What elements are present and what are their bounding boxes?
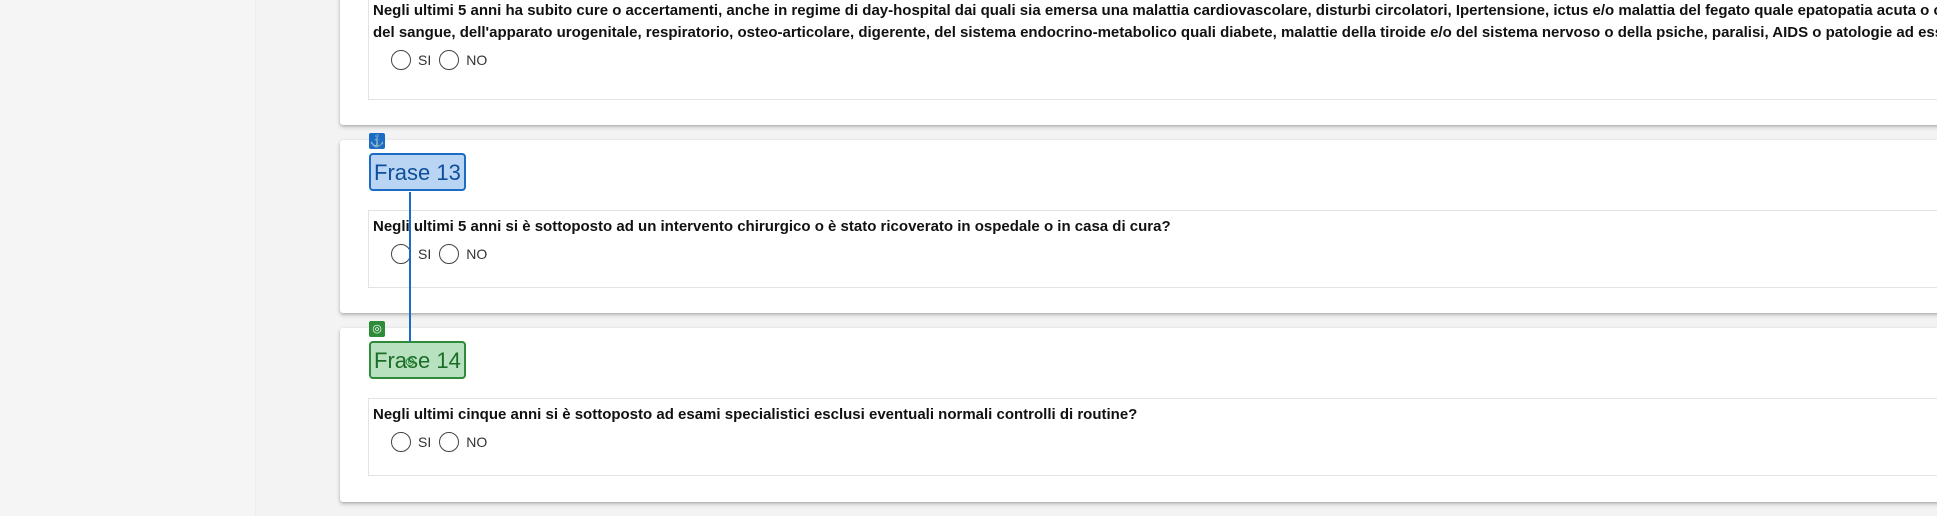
radio-no[interactable] — [439, 244, 460, 264]
radio-si[interactable] — [391, 432, 411, 452]
phrase-tag-frase-14[interactable]: Frase 14 — [369, 341, 466, 379]
radio-si[interactable] — [391, 50, 411, 70]
radio-si-label: SI — [418, 434, 432, 450]
answer-options: SI NO — [369, 426, 1937, 458]
answer-options: SI NO — [369, 238, 1937, 270]
radio-no-label: NO — [466, 52, 488, 68]
answer-options: SI NO — [369, 44, 1937, 76]
question-box: Negli ultimi cinque anni si è sottoposto… — [368, 398, 1937, 476]
radio-no-label: NO — [466, 246, 488, 262]
question-box: Negli ultimi 5 anni si è sottoposto ad u… — [368, 210, 1937, 288]
radio-si[interactable] — [391, 244, 411, 264]
form-canvas: Negli ultimi 5 anni ha subito cure o acc… — [256, 0, 1937, 516]
anchor-icon[interactable]: ⚓ — [369, 133, 385, 149]
question-box: Negli ultimi 5 anni ha subito cure o acc… — [368, 0, 1937, 100]
question-text-line: del sangue, dell'apparato urogenitale, r… — [373, 24, 1937, 41]
radio-si-label: SI — [418, 246, 432, 262]
question-card: ◎ Frase 14 Negli ultimi cinque anni si è… — [340, 321, 1937, 502]
left-sidebar-panel — [0, 0, 256, 516]
radio-no[interactable] — [439, 50, 460, 70]
question-card: Negli ultimi 5 anni ha subito cure o acc… — [340, 0, 1937, 125]
question-text: Negli ultimi 5 anni ha subito cure o acc… — [369, 0, 1937, 44]
radio-si-label: SI — [418, 52, 432, 68]
radio-no[interactable] — [439, 432, 460, 452]
question-card: ⚓ Frase 13 Negli ultimi 5 anni si è sott… — [340, 133, 1937, 313]
target-icon[interactable]: ◎ — [369, 321, 385, 337]
question-text: Negli ultimi 5 anni si è sottoposto ad u… — [373, 218, 1171, 235]
tag-connector-line — [409, 192, 411, 342]
question-text: Negli ultimi cinque anni si è sottoposto… — [373, 406, 1138, 423]
radio-no-label: NO — [466, 434, 488, 450]
connector-handle-icon[interactable]: ⊚ — [403, 355, 417, 369]
question-text-line: Negli ultimi 5 anni ha subito cure o acc… — [373, 2, 1937, 19]
phrase-tag-frase-13[interactable]: Frase 13 — [369, 153, 466, 191]
